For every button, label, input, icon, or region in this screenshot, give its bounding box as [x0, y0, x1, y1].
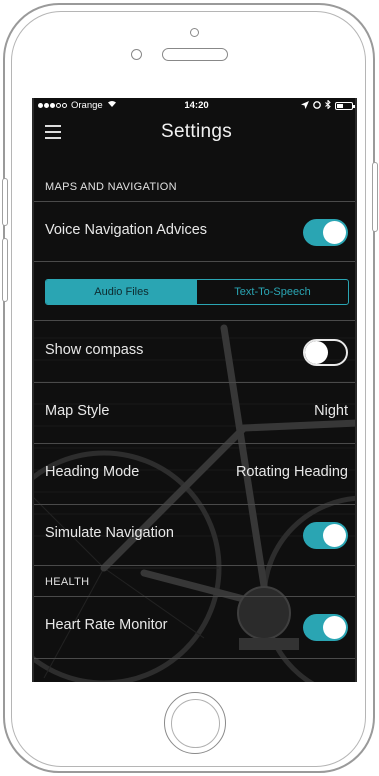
heart-rate-monitor-label: Heart Rate Monitor [45, 617, 168, 633]
map-style-value: Night [314, 403, 348, 419]
front-camera-icon [190, 28, 199, 37]
simulate-navigation-toggle[interactable] [303, 522, 348, 549]
app-screen: Orange 14:20 Settings MAPS AND NAVIGATIO… [32, 98, 357, 682]
heading-mode-row[interactable]: Heading Mode Rotating Heading [34, 444, 355, 505]
map-style-row[interactable]: Map Style Night [34, 383, 355, 444]
proximity-sensor-icon [131, 49, 142, 60]
section-header-health: HEALTH [34, 567, 355, 597]
section-header-maps: MAPS AND NAVIGATION [34, 172, 355, 202]
voice-navigation-toggle[interactable] [303, 219, 348, 246]
segment-text-to-speech[interactable]: Text-To-Speech [197, 280, 348, 304]
audio-mode-segmented-control[interactable]: Audio Files Text-To-Speech [45, 279, 349, 305]
map-style-label: Map Style [45, 403, 110, 419]
show-compass-toggle[interactable] [303, 339, 348, 366]
navigation-bar: Settings [34, 114, 355, 152]
home-button[interactable] [164, 692, 226, 754]
simulate-navigation-row[interactable]: Simulate Navigation [34, 505, 355, 566]
alarm-icon [313, 100, 321, 112]
earpiece-speaker [162, 48, 228, 61]
power-button [372, 162, 378, 232]
volume-up-button [2, 178, 8, 226]
voice-navigation-label: Voice Navigation Advices [45, 222, 208, 238]
volume-down-button [2, 238, 8, 302]
battery-icon [335, 102, 355, 110]
heart-rate-monitor-toggle[interactable] [303, 614, 348, 641]
heading-mode-label: Heading Mode [45, 464, 140, 480]
heading-mode-value: Rotating Heading [235, 464, 348, 480]
heart-rate-monitor-row[interactable]: Heart Rate Monitor [34, 597, 355, 659]
show-compass-row[interactable]: Show compass [34, 322, 355, 383]
bluetooth-icon [325, 99, 331, 112]
page-title: Settings [160, 121, 233, 142]
simulate-navigation-label: Simulate Navigation [45, 525, 174, 541]
show-compass-label: Show compass [45, 342, 144, 358]
voice-navigation-row[interactable]: Voice Navigation Advices [34, 202, 355, 262]
location-arrow-icon [301, 100, 309, 112]
segment-audio-files[interactable]: Audio Files [46, 280, 197, 304]
status-bar: Orange 14:20 [34, 98, 355, 114]
